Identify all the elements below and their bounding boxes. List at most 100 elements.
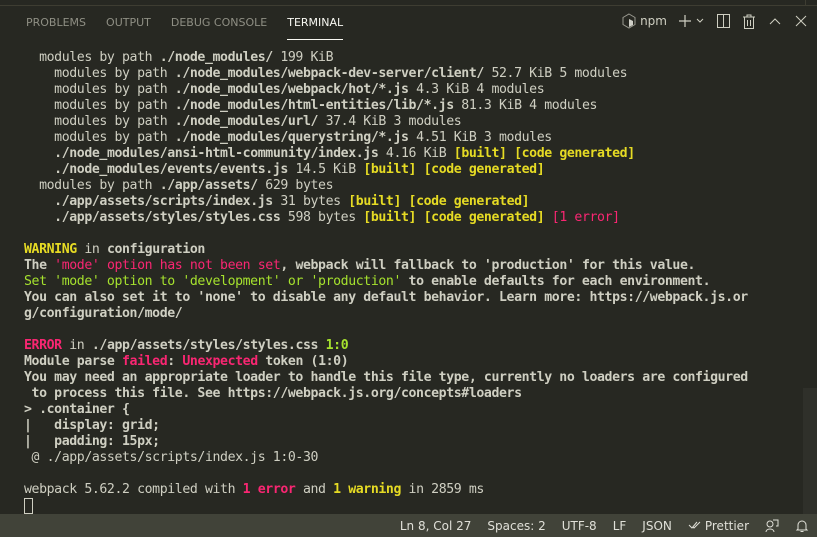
terminal-text: 14.5 KiB <box>287 162 364 177</box>
terminal-text: [1 error] <box>551 210 620 225</box>
terminal-text: ERROR <box>24 338 62 353</box>
prettier-status[interactable]: Prettier <box>680 519 757 533</box>
terminal-line: modules by path ./app/assets/ 629 bytes <box>24 178 748 194</box>
feedback-icon[interactable] <box>757 519 787 533</box>
terminal-cursor <box>24 498 33 514</box>
terminal-text: ./node_modules/webpack/hot/*.js <box>174 82 409 97</box>
terminal-text: modules by path <box>24 130 175 145</box>
indentation[interactable]: Spaces: 2 <box>479 519 553 533</box>
close-icon[interactable] <box>793 12 809 30</box>
terminal-line: > .container { <box>24 402 748 418</box>
chevron-down-icon[interactable] <box>695 12 705 30</box>
terminal-line: to process this file. See https://webpac… <box>24 386 748 402</box>
terminal-line: | padding: 15px; <box>24 434 748 450</box>
tab-terminal[interactable]: TERMINAL <box>277 10 353 40</box>
terminal-line: modules by path ./node_modules/ 199 KiB <box>24 50 748 66</box>
terminal-scrollbar[interactable] <box>803 388 817 514</box>
terminal-text: ./node_modules/events/events.js <box>54 162 288 177</box>
prettier-label: Prettier <box>704 518 749 533</box>
terminal-text: modules by path <box>24 178 160 193</box>
split-terminal-icon[interactable] <box>715 12 731 30</box>
terminal-text: : <box>167 354 183 369</box>
terminal-text: failed <box>122 354 168 369</box>
terminal-text: 1:0 <box>325 338 349 353</box>
terminal-text: 81.3 KiB 4 modules <box>453 98 598 113</box>
terminal-text: 199 KiB <box>272 50 334 65</box>
terminal-text: in 2859 ms <box>401 482 485 497</box>
terminal-line: webpack 5.62.2 compiled with 1 error and… <box>24 482 748 498</box>
terminal-line: You can also set it to 'none' to disable… <box>24 290 748 306</box>
terminal-text: webpack 5.62.2 compiled with <box>24 482 243 497</box>
terminal-text: 31 bytes <box>272 194 349 209</box>
terminal-text: configuration <box>106 242 205 257</box>
language-mode[interactable]: JSON <box>634 519 680 533</box>
panel-tabs: PROBLEMS OUTPUT DEBUG CONSOLE TERMINAL <box>16 10 353 40</box>
terminal-text: ./app/assets/styles/styles.css <box>91 338 319 353</box>
terminal-text: to enable defaults for each environment. <box>400 274 711 289</box>
terminal-line: The 'mode' option has not been set, webp… <box>24 258 748 274</box>
terminal-text: and <box>295 482 334 497</box>
terminal-line: ./node_modules/ansi-html-community/index… <box>24 146 748 162</box>
terminal-line: ./node_modules/events/events.js 14.5 KiB… <box>24 162 748 178</box>
terminal-text: modules by path <box>24 98 175 113</box>
terminal-line: @ ./app/assets/scripts/index.js 1:0-30 <box>24 450 748 466</box>
terminal-text: modules by path <box>24 82 175 97</box>
terminal-text: 4.3 KiB 4 modules <box>408 82 545 97</box>
tab-output[interactable]: OUTPUT <box>96 10 161 38</box>
terminal-text: 598 bytes <box>280 210 364 225</box>
terminal-text: [built] [code generated] <box>348 194 530 209</box>
terminal-text: 37.4 KiB 3 modules <box>318 114 462 129</box>
terminal-line: Set 'mode' option to 'development' or 'p… <box>24 274 748 290</box>
terminal-line: ./app/assets/styles/styles.css 598 bytes… <box>24 210 748 226</box>
terminal-text: , webpack will fallback to 'production' … <box>280 258 696 273</box>
terminal-text: | padding: 15px; <box>24 434 160 449</box>
terminal-output[interactable]: modules by path ./node_modules/ 199 KiB … <box>24 50 748 514</box>
terminal-text: in <box>76 242 107 257</box>
terminal-text: 4.16 KiB <box>378 146 454 161</box>
terminal-text: 52.7 KiB 5 modules <box>483 66 628 81</box>
notifications-bell-icon[interactable] <box>787 519 817 533</box>
terminal-text: 'mode' option has not been set <box>54 258 281 273</box>
terminal-text: | display: grid; <box>24 418 160 433</box>
plus-icon[interactable] <box>677 12 693 30</box>
terminal-text: You can also set it to 'none' to disable… <box>24 290 748 305</box>
terminal-line: modules by path ./node_modules/url/ 37.4… <box>24 114 748 130</box>
double-check-icon <box>688 519 702 533</box>
status-bar: Ln 8, Col 27 Spaces: 2 UTF-8 LF JSON Pre… <box>0 514 817 537</box>
terminal-line: WARNING in configuration <box>24 242 748 258</box>
nodejs-icon <box>621 12 637 30</box>
terminal-text: [built] [code generated] <box>363 162 545 177</box>
terminal-text: Set 'mode' option to 'development' or 'p… <box>24 274 401 289</box>
terminal-selector[interactable]: npm <box>621 12 667 30</box>
trash-icon[interactable] <box>741 12 757 30</box>
editor-divider <box>0 5 817 6</box>
terminal-text: modules by path <box>24 114 175 129</box>
terminal-text: 4.51 KiB 3 modules <box>408 130 552 145</box>
terminal-text: ./app/assets/styles/styles.css <box>54 210 281 225</box>
tab-debug-console[interactable]: DEBUG CONSOLE <box>161 10 277 38</box>
terminal-line: modules by path ./node_modules/webpack-d… <box>24 66 748 82</box>
encoding[interactable]: UTF-8 <box>554 519 605 533</box>
editor-divider <box>805 0 806 6</box>
tab-problems[interactable]: PROBLEMS <box>16 10 96 38</box>
end-of-line[interactable]: LF <box>605 519 635 533</box>
terminal-text: 629 bytes <box>257 178 334 193</box>
terminal-text: ./app/assets/scripts/index.js <box>54 194 273 209</box>
terminal-text: ./node_modules/url/ <box>174 114 319 129</box>
terminal-text: ./node_modules/ <box>159 50 273 65</box>
terminal-line: You may need an appropriate loader to ha… <box>24 370 748 386</box>
terminal-line: ERROR in ./app/assets/styles/styles.css … <box>24 338 748 354</box>
cursor-position[interactable]: Ln 8, Col 27 <box>392 519 480 533</box>
terminal-line: Module parse failed: Unexpected token (1… <box>24 354 748 370</box>
terminal-text: ./app/assets/ <box>159 178 258 193</box>
maximize-panel-icon[interactable] <box>767 12 783 30</box>
terminal-text: to process this file. See https://webpac… <box>24 386 522 401</box>
